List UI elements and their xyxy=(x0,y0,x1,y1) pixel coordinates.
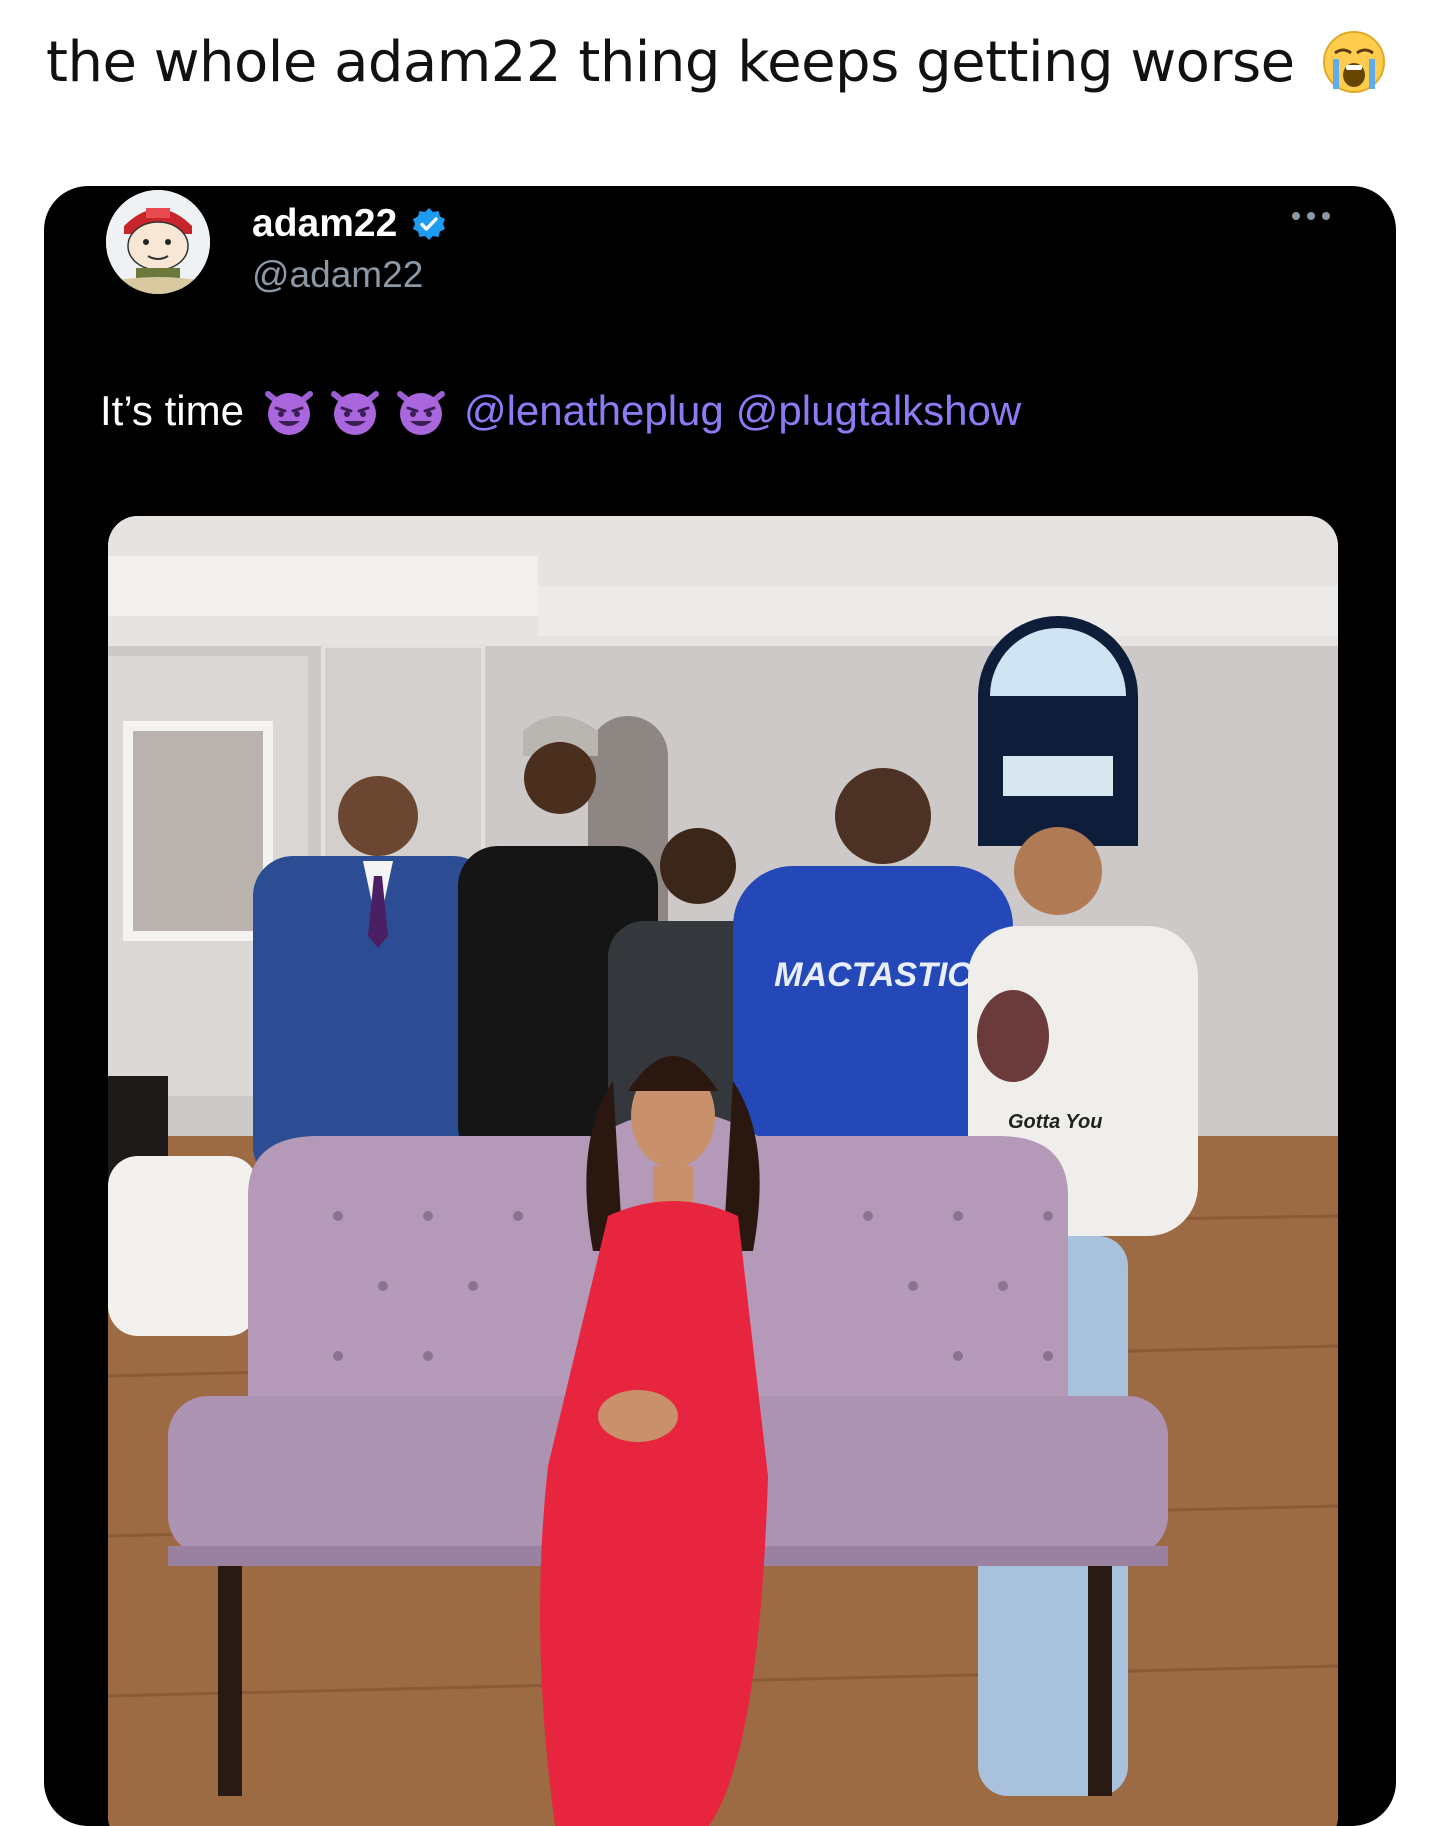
author-handle[interactable]: @adam22 xyxy=(252,254,423,296)
display-name[interactable]: adam22 xyxy=(252,202,397,246)
loudly-crying-face-icon xyxy=(1322,31,1385,93)
sweatshirt-print: MACTASTIC xyxy=(774,956,972,994)
mention-plugtalkshow[interactable]: @plugtalkshow xyxy=(736,387,1021,435)
smiling-imp-icon xyxy=(264,391,313,435)
author-name-row: adam22 xyxy=(252,202,447,246)
tweet-photo[interactable]: MACTASTIC Gotta You xyxy=(108,516,1338,1826)
caption-text: the whole adam22 thing keeps getting wor… xyxy=(46,29,1295,95)
smiling-imp-icon xyxy=(396,391,445,435)
mention-lenatheplug[interactable]: @lenatheplug xyxy=(464,387,724,435)
meme-caption: the whole adam22 thing keeps getting wor… xyxy=(46,22,1387,102)
white-chair xyxy=(108,1156,258,1336)
smiling-imp-icon xyxy=(330,391,379,435)
more-options-icon[interactable] xyxy=(1292,212,1330,220)
tweet-text: It’s time @lenatheplug @plugtalkshow xyxy=(100,384,1021,438)
tshirt-print: Gotta You xyxy=(1008,1111,1102,1133)
wall-mirror xyxy=(123,721,273,941)
verified-badge-icon xyxy=(413,208,446,240)
avatar[interactable] xyxy=(106,190,210,294)
avatar-cartoon-icon xyxy=(106,190,210,294)
tweet-card: adam22 @adam22 It’s time @lenatheplug @p… xyxy=(44,186,1396,1826)
tweet-body: It’s time xyxy=(100,387,244,434)
